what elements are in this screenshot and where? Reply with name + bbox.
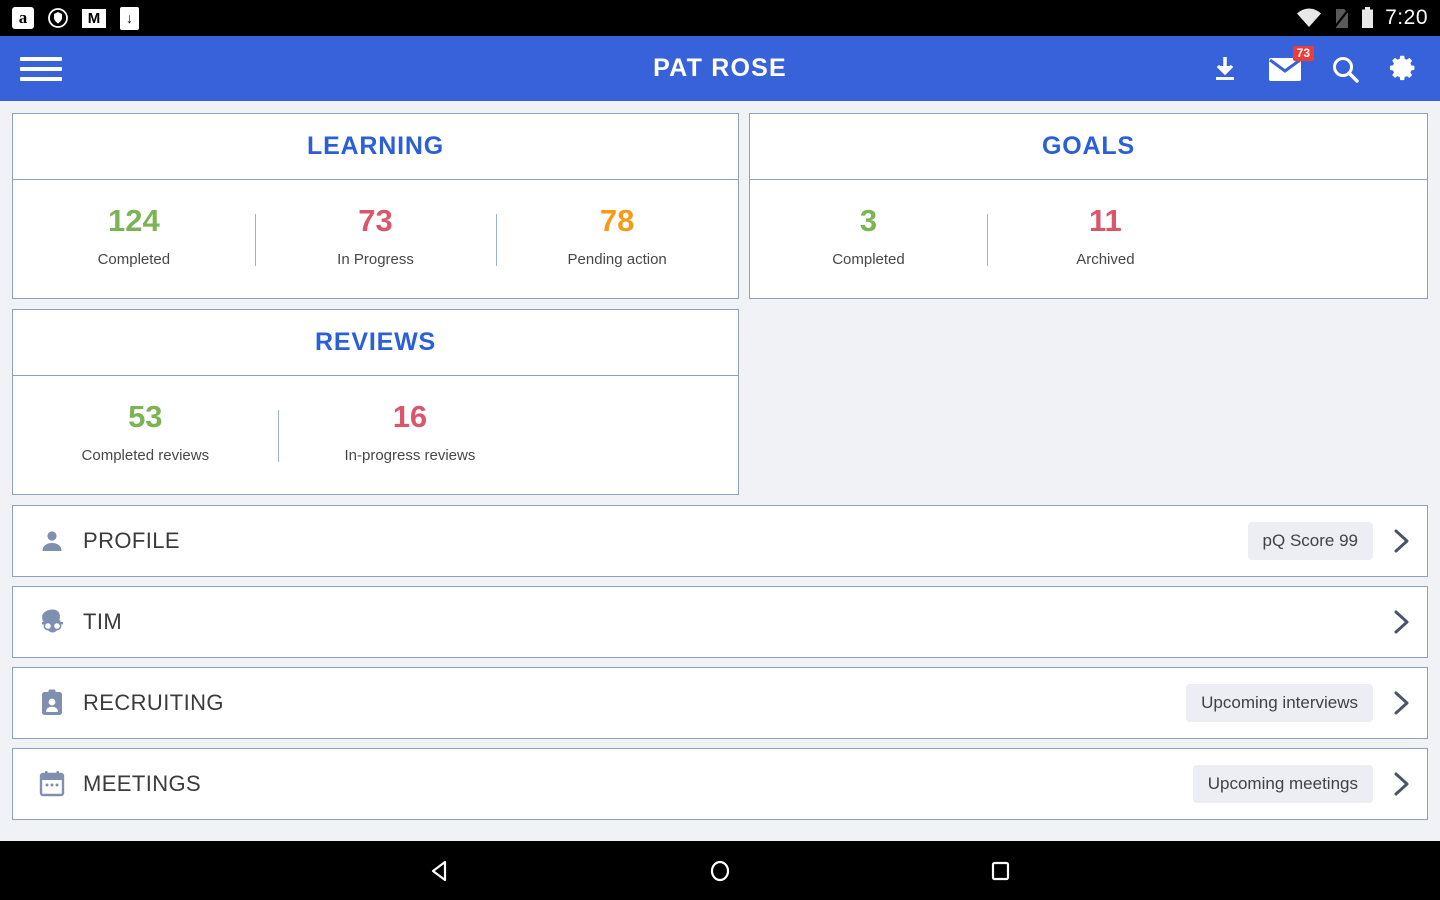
stat-value: 78 xyxy=(599,203,635,238)
list-item-label: MEETINGS xyxy=(83,770,202,796)
card-learning-stats: 124 Completed 73 In Progress 78 Pending … xyxy=(13,180,738,298)
top-card-row: LEARNING 124 Completed 73 In Progress 78… xyxy=(12,113,1428,309)
list-item-recruiting[interactable]: RECRUITING Upcoming interviews xyxy=(12,666,1428,739)
stat-label: Completed reviews xyxy=(81,446,210,464)
menu-icon[interactable] xyxy=(20,56,62,81)
mail-badge: 73 xyxy=(1292,45,1314,61)
status-bar-notifications: a M ↓ xyxy=(12,6,139,30)
status-badge: Upcoming interviews xyxy=(1186,683,1373,722)
card-goals[interactable]: GOALS 3 Completed 11 Archived xyxy=(749,113,1428,299)
stat-label: Pending action xyxy=(567,250,667,268)
status-badge: Upcoming meetings xyxy=(1192,764,1373,803)
card-learning[interactable]: LEARNING 124 Completed 73 In Progress 78… xyxy=(12,113,739,299)
list-item-label: PROFILE xyxy=(83,527,180,553)
status-bar: a M ↓ 7:20 xyxy=(0,0,1440,36)
tim-avatar-icon xyxy=(35,608,69,636)
card-reviews-header: REVIEWS xyxy=(13,310,738,376)
home-icon[interactable] xyxy=(706,857,734,885)
mail-icon[interactable]: 73 xyxy=(1268,45,1314,82)
list-item-meetings[interactable]: MEETINGS Upcoming meetings xyxy=(12,747,1428,820)
stat-label: Completed xyxy=(97,250,171,268)
card-reviews[interactable]: REVIEWS 53 Completed reviews 16 In-progr… xyxy=(12,308,739,495)
stat-goals-archived: 11 Archived xyxy=(986,202,1224,268)
stat-reviews-in-progress: 16 In-progress reviews xyxy=(277,398,543,464)
amazon-icon: a xyxy=(12,7,34,29)
chevron-right-icon[interactable] xyxy=(1391,689,1413,717)
stat-label: In-progress reviews xyxy=(344,446,476,464)
stat-value: 124 xyxy=(107,203,160,238)
settings-icon[interactable] xyxy=(1388,53,1420,85)
stat-reviews-completed: 53 Completed reviews xyxy=(13,398,278,464)
stat-value: 16 xyxy=(392,398,428,434)
android-nav-bar xyxy=(0,841,1440,900)
list-item-tim[interactable]: TIM xyxy=(12,585,1428,658)
stat-learning-completed: 124 Completed xyxy=(13,202,255,268)
status-bar-system: 7:20 xyxy=(1296,6,1428,30)
calendar-icon xyxy=(35,770,69,797)
no-sim-icon xyxy=(1333,7,1350,29)
card-reviews-stats: 53 Completed reviews 16 In-progress revi… xyxy=(13,376,738,494)
card-reviews-title: REVIEWS xyxy=(315,327,436,356)
stat-label: Completed xyxy=(832,250,905,268)
stat-label: In Progress xyxy=(337,250,414,268)
stat-value: 53 xyxy=(128,398,163,434)
stat-learning-in-progress: 73 In Progress xyxy=(254,202,497,268)
card-learning-title: LEARNING xyxy=(307,132,444,160)
back-icon[interactable] xyxy=(426,857,454,885)
stat-label: Archived xyxy=(1076,250,1135,268)
dashboard-content: LEARNING 124 Completed 73 In Progress 78… xyxy=(0,101,1440,841)
search-icon[interactable] xyxy=(1330,54,1360,84)
badge-id-icon xyxy=(35,689,69,717)
stat-value: 3 xyxy=(859,203,878,238)
status-badge xyxy=(1343,613,1373,631)
list-item-profile[interactable]: PROFILE pQ Score 99 xyxy=(12,504,1428,577)
list-item-label: RECRUITING xyxy=(83,689,224,715)
download-icon[interactable] xyxy=(1210,54,1240,84)
card-goals-header: GOALS xyxy=(750,114,1427,180)
stat-value: 11 xyxy=(1089,203,1122,238)
status-bar-clock: 7:20 xyxy=(1385,6,1428,29)
stat-value: 73 xyxy=(358,203,393,238)
card-goals-title: GOALS xyxy=(1042,132,1135,160)
shield-icon xyxy=(48,7,68,29)
stat-goals-completed: 3 Completed xyxy=(750,202,987,268)
recents-icon[interactable] xyxy=(986,857,1014,885)
download-icon: ↓ xyxy=(120,6,139,30)
chevron-right-icon[interactable] xyxy=(1391,770,1413,798)
card-learning-header: LEARNING xyxy=(13,114,738,180)
person-icon xyxy=(35,528,69,554)
app-bar-actions: 73 xyxy=(1210,45,1420,85)
app-bar: PAT ROSE 73 xyxy=(0,36,1440,101)
battery-icon xyxy=(1361,7,1374,29)
chevron-right-icon[interactable] xyxy=(1391,527,1413,555)
card-goals-stats: 3 Completed 11 Archived xyxy=(750,180,1427,298)
chevron-right-icon[interactable] xyxy=(1391,608,1413,636)
wifi-icon xyxy=(1296,8,1322,28)
gmail-icon: M xyxy=(82,8,106,28)
list-item-label: TIM xyxy=(83,608,123,634)
stat-learning-pending: 78 Pending action xyxy=(496,202,738,268)
status-badge: pQ Score 99 xyxy=(1247,521,1373,560)
